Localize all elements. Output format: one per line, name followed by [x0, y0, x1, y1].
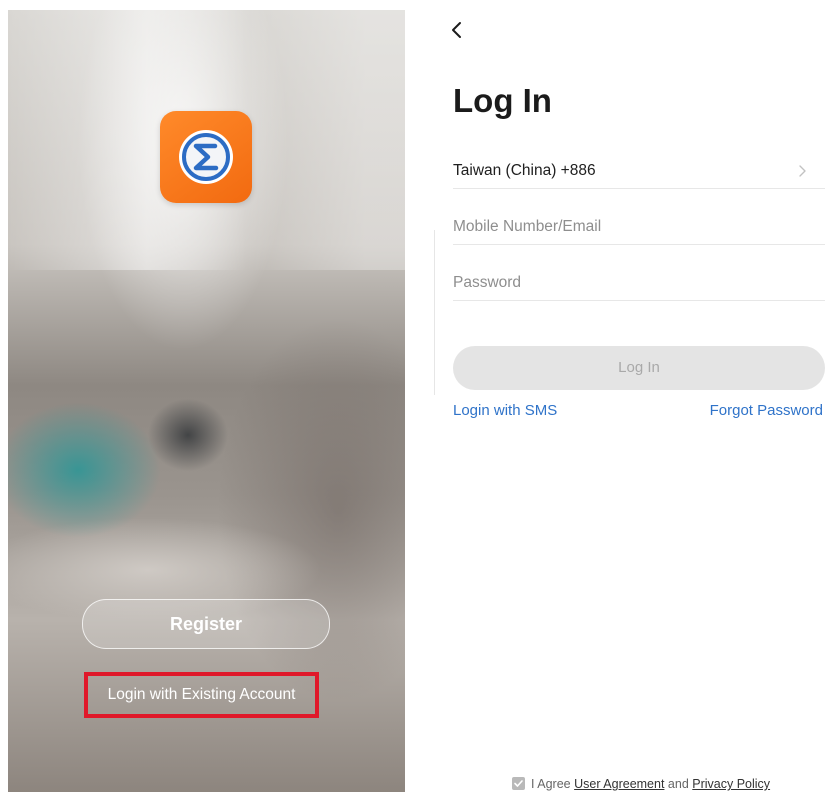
login-with-sms-link[interactable]: Login with SMS	[453, 402, 557, 419]
agree-prefix: I Agree	[531, 777, 571, 791]
login-button[interactable]: Log In	[453, 346, 825, 390]
app-logo-icon	[160, 111, 252, 203]
forgot-password-link[interactable]: Forgot Password	[710, 402, 823, 419]
login-existing-account-link[interactable]: Login with Existing Account	[88, 676, 315, 714]
country-value: Taiwan (China) +886	[453, 162, 596, 179]
privacy-policy-link[interactable]: Privacy Policy	[692, 777, 770, 791]
country-selector[interactable]: Taiwan (China) +886	[453, 158, 825, 189]
password-input[interactable]: Password	[453, 270, 825, 301]
user-agreement-link[interactable]: User Agreement	[574, 777, 664, 791]
register-button[interactable]: Register	[82, 599, 330, 649]
agreement-row: I Agree User Agreement and Privacy Polic…	[512, 777, 770, 793]
password-placeholder: Password	[453, 274, 522, 291]
agree-and: and	[667, 777, 689, 791]
chevron-left-icon[interactable]	[447, 18, 467, 42]
welcome-screen: Register Login with Existing Account	[8, 10, 405, 792]
existing-account-highlight: Login with Existing Account	[84, 672, 319, 718]
page-title: Log In	[453, 82, 552, 119]
account-input[interactable]: Mobile Number/Email	[453, 214, 825, 245]
login-screen: Log In Taiwan (China) +886 Mobile Number…	[435, 0, 825, 792]
account-placeholder: Mobile Number/Email	[453, 218, 602, 235]
checkbox-checked-icon[interactable]	[512, 777, 525, 790]
chevron-right-icon	[799, 165, 806, 177]
